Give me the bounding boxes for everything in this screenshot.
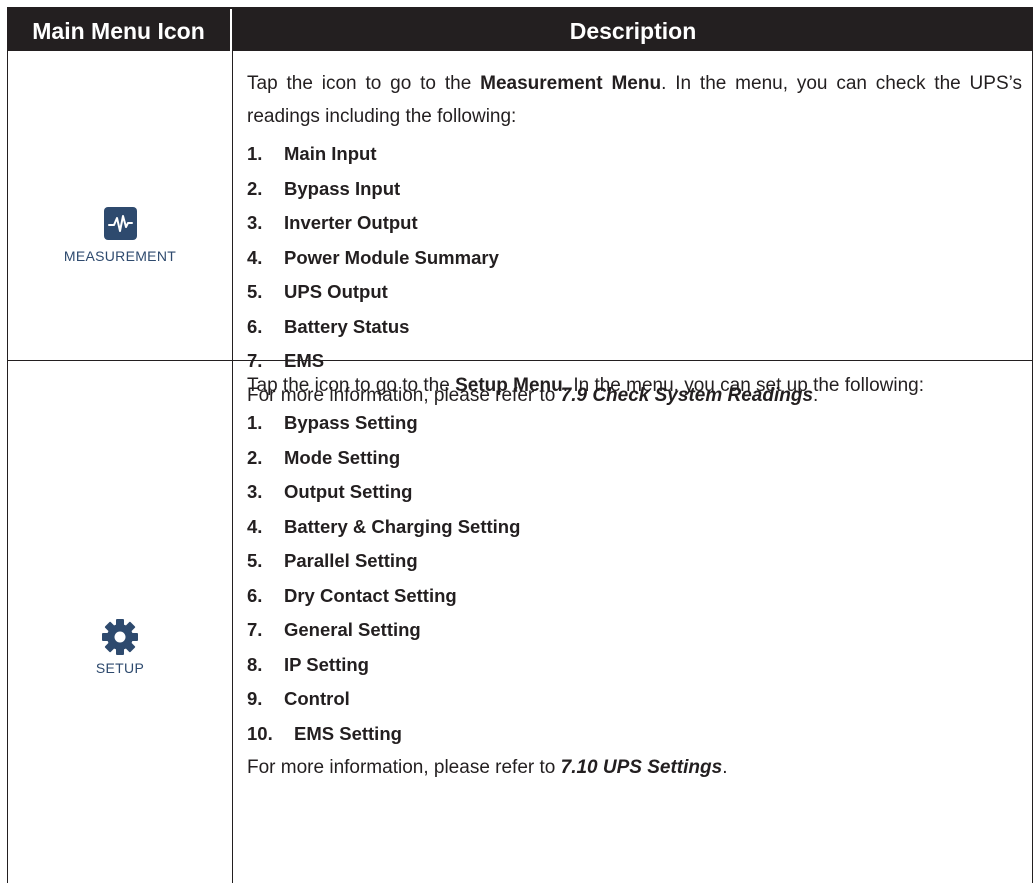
measurement-description: Tap the icon to go to the Measurement Me… <box>247 67 1022 412</box>
setup-icon-cell: SETUP <box>7 618 233 676</box>
list-item: 5. Parallel Setting <box>247 550 418 571</box>
grid-line-right <box>1032 51 1033 883</box>
list-item: 4. Power Module Summary <box>247 246 499 268</box>
grid-line-middle <box>232 51 233 883</box>
measurement-icon-cell: MEASUREMENT <box>7 207 233 264</box>
header-divider <box>230 9 232 51</box>
setup-list: 1. Bypass Setting 2. Mode Setting 3. Output… <box>247 406 1022 751</box>
setup-intro: Tap the icon to go to the Setup Menu. In… <box>247 375 924 396</box>
setup-reference-link: 7.10 UPS Settings <box>560 757 723 778</box>
list-item: 1. Bypass Setting <box>247 412 418 433</box>
measurement-intro: Tap the icon to go to the Measurement Me… <box>247 73 1023 127</box>
measurement-list: 1. Main Input 2. Bypass Input 3. Inverter O… <box>247 137 1022 379</box>
header-description: Description <box>569 18 697 44</box>
list-item: 9. Control <box>247 688 350 709</box>
table-header: Main Menu Icon Description <box>7 7 1033 51</box>
list-item: 2. Mode Setting <box>247 446 401 468</box>
header-main-menu-icon: Main Menu Icon <box>32 18 205 44</box>
measurement-pulse-icon[interactable] <box>103 207 137 240</box>
list-item: 2. Bypass Input <box>247 177 401 199</box>
list-item: 7. General Setting <box>247 619 421 640</box>
list-item: 3. Output Setting <box>247 481 413 502</box>
gear-icon[interactable] <box>101 618 139 656</box>
setup-footer: For more information, please refer to 7.… <box>247 757 728 778</box>
list-item: 1. Main Input <box>247 143 377 164</box>
grid-line-left <box>7 51 8 883</box>
list-item: 4. Battery & Charging Setting <box>247 515 521 537</box>
list-item: 5. UPS Output <box>247 281 388 302</box>
setup-icon-label: SETUP <box>95 660 145 676</box>
list-item: 6. Dry Contact Setting <box>247 584 457 606</box>
measurement-icon-label: MEASUREMENT <box>63 248 177 264</box>
list-item: 8. IP Setting <box>247 653 369 675</box>
list-item: 3. Inverter Output <box>247 212 418 233</box>
list-item: 10. EMS Setting <box>247 722 402 744</box>
list-item: 6. Battery Status <box>247 315 410 337</box>
setup-description: Tap the icon to go to the Setup Menu. In… <box>247 369 1022 784</box>
